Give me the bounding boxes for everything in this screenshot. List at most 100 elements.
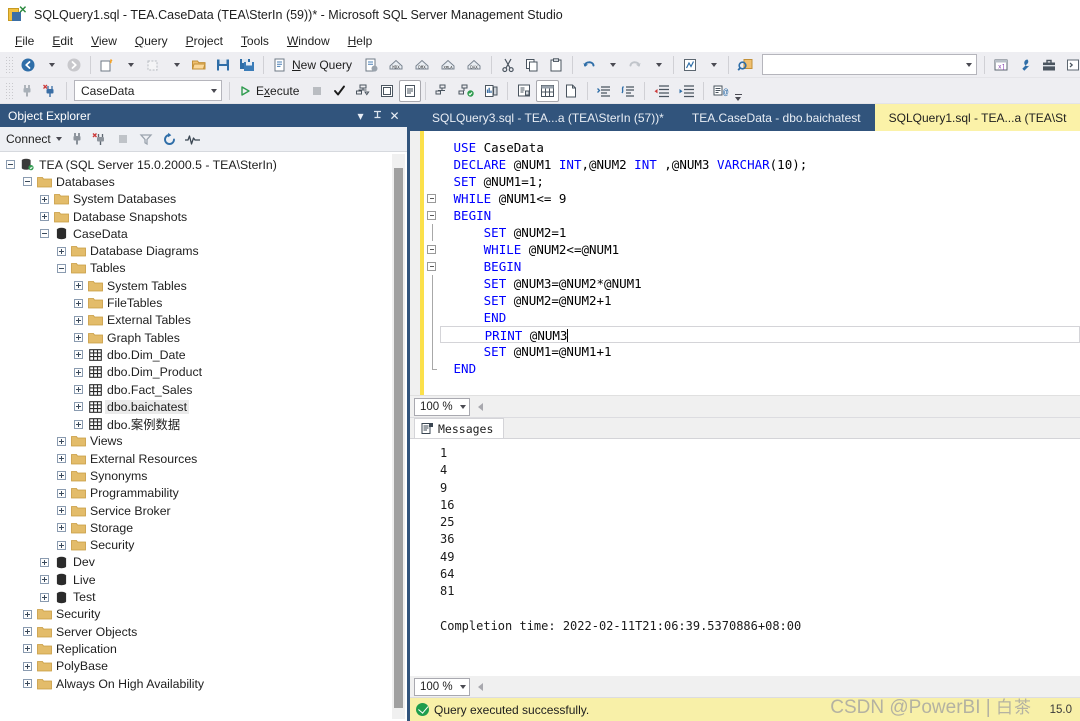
toolbar-grip[interactable] [5,55,13,74]
outlining-row[interactable] [424,258,440,275]
expand-node-icon[interactable] [40,592,49,602]
close-icon[interactable]: ✕ [386,106,403,125]
outlining-row[interactable] [424,190,440,207]
tree-node[interactable]: Tables [0,260,407,277]
object-explorer-scrollbar[interactable] [392,154,405,719]
code-line[interactable]: WHILE @NUM1<= 9 [446,190,1080,207]
copy-icon[interactable] [520,54,544,76]
object-explorer-tree[interactable]: TEA (SQL Server 15.0.2000.5 - TEA\SterIn… [0,152,407,721]
expand-node-icon[interactable] [57,540,66,550]
tree-node[interactable]: Server Objects [0,623,407,640]
outlining-row[interactable] [424,156,440,173]
results-to-text-icon[interactable] [399,79,422,102]
expand-node-icon[interactable] [74,333,83,343]
add-new-item-dropdown[interactable] [165,54,187,76]
toolbox-icon[interactable] [1037,54,1061,76]
undo-dropdown[interactable] [601,54,623,76]
undo-icon[interactable] [577,54,601,76]
tree-node[interactable]: dbo.Dim_Date [0,346,407,363]
menu-query[interactable]: Query [126,32,177,50]
expand-node-icon[interactable] [57,246,66,256]
display-estimated-plan-icon[interactable] [351,80,375,102]
toolbar-overflow-button-2[interactable] [733,80,743,102]
add-new-item-icon[interactable] [141,54,165,76]
collapse-node-icon[interactable] [23,177,32,187]
properties-window-icon[interactable] [1013,54,1037,76]
scrollbar-thumb[interactable] [394,168,403,708]
outlining-row[interactable] [424,343,440,360]
results-splitter-arrow-icon[interactable] [478,682,483,691]
tree-node[interactable]: Test [0,588,407,605]
stop-icon[interactable] [306,80,328,102]
expand-node-icon[interactable] [23,627,32,637]
outlining-row[interactable] [424,173,440,190]
code-line[interactable]: BEGIN [446,258,1080,275]
new-xmla-query-icon[interactable]: XMLA [435,54,461,76]
outlining-row[interactable] [424,207,440,224]
outlining-row[interactable] [424,139,440,156]
cut-icon[interactable] [496,54,520,76]
auto-hide-pin-icon[interactable] [369,106,386,125]
tree-node[interactable]: Databases [0,173,407,190]
tree-node[interactable]: External Resources [0,450,407,467]
menu-tools[interactable]: Tools [232,32,278,50]
menu-file[interactable]: File [6,32,43,50]
decrease-indent-icon[interactable] [649,80,674,102]
tree-node[interactable]: Security [0,606,407,623]
tree-node[interactable]: Storage [0,519,407,536]
include-actual-plan-icon[interactable] [430,80,454,102]
editor-code-area[interactable]: USE CaseData DECLARE @NUM1 INT,@NUM2 INT… [440,131,1080,395]
tree-node[interactable]: Programmability [0,485,407,502]
new-dax-query-icon[interactable]: DAX [461,54,487,76]
expand-node-icon[interactable] [74,385,83,394]
redo-dropdown[interactable] [647,54,669,76]
expand-node-icon[interactable] [74,350,83,360]
tree-node[interactable]: Service Broker [0,502,407,519]
expand-node-icon[interactable] [40,194,49,204]
expand-node-icon[interactable] [57,471,66,481]
navigate-backward-icon[interactable] [16,54,40,76]
outlining-row[interactable] [424,309,440,326]
expand-node-icon[interactable] [40,575,49,585]
tree-node[interactable]: dbo.Dim_Product [0,364,407,381]
menu-project[interactable]: Project [177,32,232,50]
results-to-text-alt-icon[interactable] [512,80,536,102]
tree-node[interactable]: Database Diagrams [0,242,407,259]
expand-node-icon[interactable] [57,506,66,516]
expand-node-icon[interactable] [23,679,32,689]
solution-explorer-icon[interactable]: x] [989,54,1013,76]
expand-node-icon[interactable] [57,454,66,464]
expand-node-icon[interactable] [74,281,83,291]
change-connection-icon[interactable] [38,80,62,102]
collapse-region-icon[interactable] [427,261,436,271]
collapse-region-icon[interactable] [427,210,436,220]
outlining-row[interactable] [424,292,440,309]
navigate-backward-dropdown[interactable] [40,54,62,76]
code-line[interactable]: BEGIN [446,207,1080,224]
activity-monitor-icon[interactable] [182,129,203,149]
paste-icon[interactable] [544,54,568,76]
outlining-row[interactable] [424,360,440,377]
expand-node-icon[interactable] [23,661,32,671]
comment-lines-icon[interactable] [592,80,616,102]
disconnect-icon[interactable] [90,129,111,149]
outlining-row[interactable] [424,326,440,343]
tab-sqlquery1[interactable]: SQLQuery1.sql - TEA...a (TEA\St [874,104,1080,131]
results-to-file-icon[interactable] [559,80,583,102]
expand-node-icon[interactable] [40,212,49,222]
tree-node[interactable]: Replication [0,640,407,657]
results-zoom-selector[interactable]: 100 % [414,677,470,696]
menu-window[interactable]: Window [278,32,339,50]
increase-indent-icon[interactable] [674,80,699,102]
sql-code-editor[interactable]: USE CaseData DECLARE @NUM1 INT,@NUM2 INT… [410,131,1080,396]
tree-node[interactable]: Synonyms [0,467,407,484]
menu-edit[interactable]: Edit [43,32,82,50]
toolbar-grip-2[interactable] [5,81,13,100]
tree-node[interactable]: Live [0,571,407,588]
database-selector[interactable]: CaseData [74,80,222,101]
save-all-icon[interactable] [235,54,259,76]
tree-node[interactable]: System Databases [0,191,407,208]
new-dmx-query-icon[interactable]: DMX [409,54,435,76]
redo-icon[interactable] [623,54,647,76]
tree-node[interactable]: Security [0,537,407,554]
